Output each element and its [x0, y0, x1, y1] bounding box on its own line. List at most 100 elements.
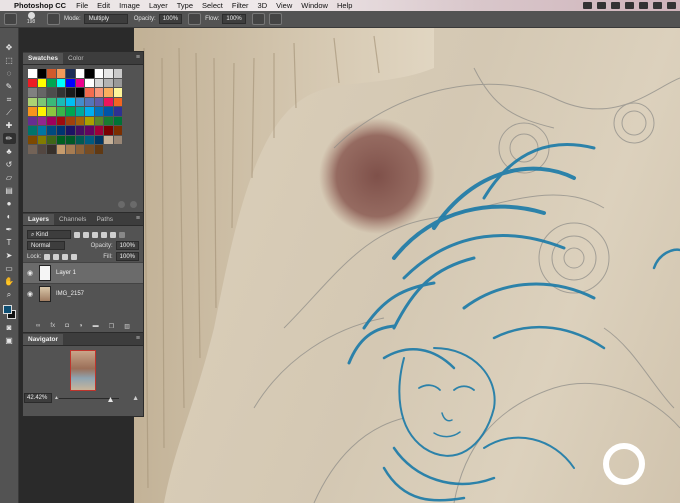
swatch[interactable] [104, 97, 113, 106]
filter-toggle-icon[interactable] [119, 231, 125, 238]
swatch[interactable] [56, 126, 65, 135]
eraser-icon[interactable]: ▱ [3, 172, 16, 183]
crop-tool-icon[interactable]: ⌗ [3, 94, 16, 105]
menu-image[interactable]: Image [119, 1, 140, 10]
tab-layers[interactable]: Layers [23, 214, 54, 225]
swatch[interactable] [104, 135, 113, 144]
layer-row-layer-1[interactable]: ◉ Layer 1 [23, 262, 143, 283]
swatch[interactable] [94, 116, 103, 125]
swatch[interactable] [85, 126, 94, 135]
shape-tool-icon[interactable]: ▭ [3, 263, 16, 274]
brush-panel-icon[interactable] [47, 13, 60, 25]
menu-layer[interactable]: Layer [149, 1, 168, 10]
visibility-eye-icon[interactable]: ◉ [26, 290, 34, 298]
filter-smart-icon[interactable] [110, 231, 116, 238]
swatch[interactable] [94, 78, 103, 87]
swatch[interactable] [37, 126, 46, 135]
app-name-menu[interactable]: Photoshop CC [14, 1, 66, 10]
swatch[interactable] [85, 78, 94, 87]
swatch[interactable] [104, 69, 113, 78]
swatch[interactable] [37, 78, 46, 87]
display-icon[interactable] [597, 2, 606, 9]
swatch[interactable] [56, 78, 65, 87]
tab-paths[interactable]: Paths [91, 214, 118, 225]
zoom-in-icon[interactable]: ▲ [132, 395, 139, 402]
swatch[interactable] [85, 135, 94, 144]
tab-swatches[interactable]: Swatches [23, 53, 63, 64]
swatch[interactable] [113, 135, 122, 144]
swatch[interactable] [47, 88, 56, 97]
swatch[interactable] [47, 116, 56, 125]
swatch[interactable] [113, 126, 122, 135]
mode-select[interactable]: Multiply [83, 14, 128, 24]
swatch[interactable] [56, 135, 65, 144]
swatch[interactable] [104, 78, 113, 87]
swatch[interactable] [56, 97, 65, 106]
layer-row-img-2157[interactable]: ◉ IMG_2157 [23, 283, 143, 304]
swatch[interactable] [75, 126, 84, 135]
type-tool-icon[interactable]: T [3, 237, 16, 248]
quick-mask-icon[interactable]: ◙ [3, 322, 16, 333]
filter-type-icon[interactable] [92, 231, 98, 238]
swatch[interactable] [56, 88, 65, 97]
document-canvas[interactable] [134, 28, 680, 503]
swatch[interactable] [28, 97, 37, 106]
swatch[interactable] [113, 97, 122, 106]
tab-navigator[interactable]: Navigator [23, 334, 63, 345]
navigator-thumbnail[interactable] [70, 350, 96, 391]
lock-position-icon[interactable] [62, 253, 69, 260]
marquee-tool-icon[interactable]: ⬚ [3, 55, 16, 66]
brush-tool-icon[interactable]: ✏ [2, 133, 16, 144]
swatch[interactable] [75, 116, 84, 125]
swatch[interactable] [75, 145, 84, 154]
swatch[interactable] [37, 116, 46, 125]
path-select-icon[interactable]: ➤ [3, 250, 16, 261]
swatch[interactable] [37, 135, 46, 144]
list-icon[interactable] [667, 2, 676, 9]
swatch[interactable] [47, 107, 56, 116]
swatch[interactable] [66, 88, 75, 97]
healing-brush-icon[interactable]: ✚ [3, 120, 16, 131]
layers-menu-icon[interactable]: ≡ [136, 215, 140, 222]
swatch[interactable] [28, 145, 37, 154]
brush-preset-picker[interactable]: 198 [21, 12, 41, 26]
link-icon[interactable]: ∞ [36, 323, 40, 330]
swatch[interactable] [75, 69, 84, 78]
airbrush-icon[interactable] [251, 13, 265, 25]
menu-view[interactable]: View [276, 1, 292, 10]
dodge-icon[interactable]: ◐ [3, 211, 16, 222]
filter-kind-select[interactable]: ⌕ Kind [27, 230, 71, 239]
flow-field[interactable]: 100% [222, 14, 246, 24]
swatch[interactable] [37, 69, 46, 78]
swatch[interactable] [94, 107, 103, 116]
wifi-icon[interactable] [639, 2, 648, 9]
swatch[interactable] [94, 135, 103, 144]
dropbox-icon[interactable] [611, 2, 620, 9]
zoom-field[interactable]: 42.42% [24, 393, 52, 403]
panel-menu-icon[interactable]: ≡ [136, 54, 140, 61]
swatch[interactable] [37, 97, 46, 106]
pressure-opacity-icon[interactable] [188, 13, 202, 25]
adjustment-icon[interactable]: ◑ [79, 323, 83, 330]
clone-stamp-icon[interactable]: ♣ [3, 146, 16, 157]
swatch[interactable] [28, 135, 37, 144]
swatch[interactable] [47, 126, 56, 135]
swatch[interactable] [104, 126, 113, 135]
menu-filter[interactable]: Filter [232, 1, 249, 10]
quick-select-icon[interactable]: ✎ [3, 81, 16, 92]
delete-swatch-icon[interactable] [130, 201, 137, 208]
swatch[interactable] [47, 97, 56, 106]
menu-window[interactable]: Window [301, 1, 328, 10]
swatch[interactable] [75, 107, 84, 116]
swatch[interactable] [113, 78, 122, 87]
gradient-icon[interactable]: ▤ [3, 185, 16, 196]
swatch[interactable] [56, 69, 65, 78]
pen-tool-icon[interactable]: ✒ [3, 224, 16, 235]
swatch[interactable] [75, 78, 84, 87]
search-icon[interactable] [653, 2, 662, 9]
swatch[interactable] [94, 88, 103, 97]
swatch[interactable] [104, 88, 113, 97]
trash-icon[interactable]: ▥ [124, 323, 130, 330]
foreground-color[interactable] [2, 305, 12, 314]
color-swatches[interactable] [2, 304, 17, 320]
